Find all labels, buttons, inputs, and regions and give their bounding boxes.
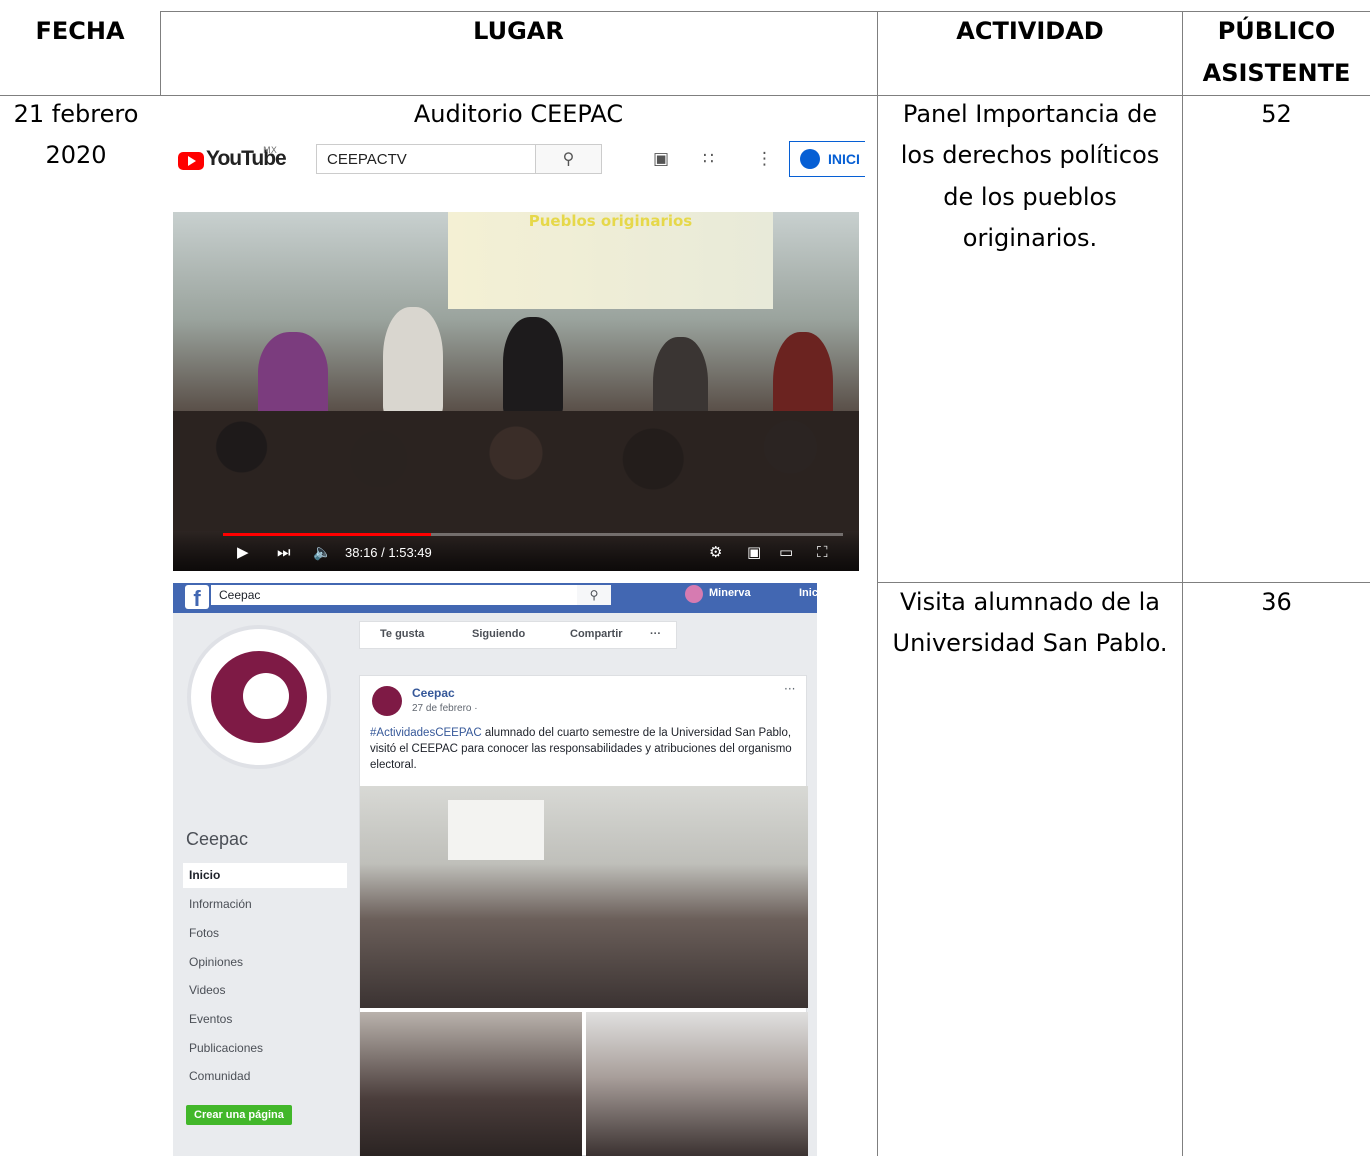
- video-player[interactable]: Pueblos originarios ▶ ⏭ 🔈 38:16 / 1:53:4…: [173, 212, 859, 571]
- feed-post: Ceepac 27 de febrero · ··· #ActividadesC…: [359, 675, 808, 1156]
- like-button[interactable]: Te gusta: [380, 628, 424, 640]
- post-hashtag[interactable]: #ActividadesCEEPAC: [370, 727, 482, 739]
- sidebar-item-informacion[interactable]: Información: [183, 892, 347, 917]
- fullscreen-icon[interactable]: ⛶: [817, 543, 828, 561]
- page-action-bar: Te gusta Siguiendo Compartir ···: [359, 621, 677, 649]
- signin-button[interactable]: INICI: [789, 141, 865, 177]
- post-date[interactable]: 27 de febrero ·: [412, 703, 478, 714]
- user-name: Minerva: [709, 587, 751, 599]
- share-button[interactable]: Compartir: [570, 628, 623, 640]
- row2-actividad-line2: Universidad San Pablo.: [892, 629, 1168, 657]
- projection-screen: Pueblos originarios: [448, 212, 773, 309]
- video-time: 38:16 / 1:53:49: [345, 545, 432, 560]
- header-lugar: LUGAR: [473, 17, 564, 45]
- projection-screen: [448, 800, 544, 860]
- apps-grid-icon[interactable]: ∷: [703, 149, 714, 169]
- progress-bar[interactable]: [223, 533, 843, 536]
- ceepac-logo-cutout: [243, 673, 289, 719]
- avatar: [685, 585, 703, 603]
- row1-actividad-line2: los derechos políticos: [900, 141, 1160, 169]
- volume-icon[interactable]: 🔈: [313, 543, 332, 561]
- sidebar-item-opiniones[interactable]: Opiniones: [183, 950, 347, 975]
- post-author[interactable]: Ceepac: [412, 686, 455, 700]
- panelist: [258, 332, 328, 422]
- sidebar-item-comunidad[interactable]: Comunidad: [183, 1064, 347, 1089]
- search-icon[interactable]: ⚲: [536, 144, 602, 174]
- row2-publico: 36: [1261, 588, 1292, 616]
- post-photo-right[interactable]: [586, 1012, 808, 1156]
- header-asistente: ASISTENTE: [1202, 59, 1351, 87]
- facebook-search-input[interactable]: Ceepac: [211, 585, 611, 605]
- player-controls: ▶ ⏭ 🔈 38:16 / 1:53:49 ⚙ ▣ ▭ ⛶: [173, 531, 859, 571]
- audience: [173, 411, 859, 531]
- panelist: [383, 307, 443, 417]
- account-icon: [800, 149, 820, 169]
- facebook-screenshot: f Ceepac ⚲ Minerva Inic Ceepac Inicio In…: [173, 583, 817, 1156]
- signin-label: INICI: [828, 151, 860, 167]
- page-profile-picture[interactable]: [187, 625, 331, 769]
- following-button[interactable]: Siguiendo: [472, 628, 525, 640]
- row1-actividad-line4: originarios.: [962, 224, 1098, 252]
- youtube-region: MX: [263, 146, 277, 156]
- sidebar-item-publicaciones[interactable]: Publicaciones: [183, 1036, 347, 1061]
- row1-actividad-line1: Panel Importancia de: [902, 100, 1158, 128]
- row1-publico: 52: [1261, 100, 1292, 128]
- post-text: #ActividadesCEEPAC alumnado del cuarto s…: [370, 725, 798, 773]
- header-actividad: ACTIVIDAD: [956, 17, 1104, 45]
- panelist: [503, 317, 563, 417]
- page-name: Ceepac: [186, 829, 249, 849]
- post-photo-left[interactable]: [360, 1012, 582, 1156]
- row2-actividad-line1: Visita alumnado de la: [900, 588, 1160, 616]
- post-photo-main[interactable]: [360, 786, 808, 1008]
- header-publico: PÚBLICO: [1217, 17, 1336, 45]
- projection-title: Pueblos originarios: [528, 212, 693, 230]
- user-profile-link[interactable]: Minerva: [685, 585, 751, 603]
- sidebar-item-inicio[interactable]: Inicio: [183, 863, 347, 888]
- progress-fill: [223, 533, 432, 536]
- video-camera-icon[interactable]: ▣: [653, 149, 669, 169]
- next-icon[interactable]: ⏭: [277, 543, 291, 561]
- youtube-topbar: YouTube MX CEEPACTV ⚲ ▣ ∷ ⋮ INICI: [173, 135, 865, 195]
- facebook-logo-icon[interactable]: f: [185, 585, 209, 611]
- row1-actividad-line3: de los pueblos: [943, 183, 1117, 211]
- sidebar-item-eventos[interactable]: Eventos: [183, 1007, 347, 1032]
- facebook-topbar: f Ceepac ⚲ Minerva Inic: [173, 583, 817, 613]
- post-options-icon[interactable]: ···: [784, 682, 795, 696]
- more-vert-icon[interactable]: ⋮: [756, 149, 773, 169]
- youtube-search-input[interactable]: CEEPACTV: [316, 144, 536, 174]
- youtube-screenshot: YouTube MX CEEPACTV ⚲ ▣ ∷ ⋮ INICI Pueblo…: [173, 135, 865, 571]
- search-icon[interactable]: ⚲: [577, 585, 611, 605]
- header-fecha: FECHA: [35, 17, 125, 45]
- row1-lugar: Auditorio CEEPAC: [413, 100, 624, 128]
- theater-icon[interactable]: ▭: [779, 543, 793, 561]
- sidebar-item-videos[interactable]: Videos: [183, 978, 347, 1003]
- row1-fecha-year: 2020: [45, 141, 107, 169]
- row1-fecha: 21 febrero: [13, 100, 139, 128]
- settings-icon[interactable]: ⚙: [709, 543, 722, 561]
- home-link[interactable]: Inic: [799, 587, 817, 599]
- create-page-button[interactable]: Crear una página: [186, 1105, 292, 1125]
- sidebar-item-fotos[interactable]: Fotos: [183, 921, 347, 946]
- play-icon[interactable]: ▶: [237, 543, 249, 561]
- more-button[interactable]: ···: [650, 628, 661, 640]
- miniplayer-icon[interactable]: ▣: [747, 543, 761, 561]
- avatar[interactable]: [372, 686, 402, 716]
- page-sidebar: Ceepac Inicio Información Fotos Opinione…: [173, 613, 353, 1156]
- youtube-logo-icon[interactable]: [178, 152, 204, 170]
